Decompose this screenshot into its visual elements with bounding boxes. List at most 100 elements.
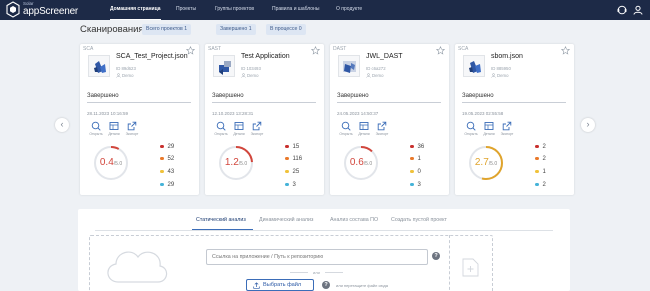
top-bar: Solar appScreener Домашняя страница Прое… [0, 0, 650, 20]
or-divider-left [290, 272, 308, 273]
open-action[interactable]: Открыть [214, 121, 228, 136]
severity-low-count: 29 [160, 182, 174, 188]
severity-low-count: 3 [285, 182, 296, 188]
risk-score: 1.2/5.0 [224, 157, 248, 168]
risk-score: 0.6/5.0 [349, 157, 373, 168]
tab-composition-analysis[interactable]: Анализ состава ПО [330, 217, 378, 223]
open-action[interactable]: Открыть [464, 121, 478, 136]
repository-url-input[interactable] [206, 249, 428, 265]
scan-status: Завершено [462, 93, 494, 99]
details-icon [109, 122, 119, 130]
carousel-prev-arrow[interactable]: ‹ [55, 118, 69, 132]
or-label: или [313, 270, 320, 275]
tab-create-empty-project[interactable]: Создать пустой проект [391, 217, 447, 223]
team-name: Demo [497, 73, 509, 78]
severity-critical-count: 36 [410, 144, 424, 150]
scan-card[interactable]: DAST JWL_DAST ID c6a272 Demo Завершено 2… [330, 44, 449, 195]
favorite-star-icon[interactable] [436, 46, 445, 55]
chip-total-projects[interactable]: Всего проектов 1 [142, 24, 192, 35]
export-action[interactable]: Экспорт [500, 121, 514, 136]
severity-medium-count: 25 [285, 169, 299, 175]
nav-project-groups[interactable]: Группы проектов [215, 0, 254, 20]
details-action[interactable]: Детали [357, 121, 371, 136]
severity-high-count: 1 [410, 156, 421, 162]
team-icon [491, 73, 496, 78]
or-divider-right [325, 272, 343, 273]
open-action[interactable]: Открыть [89, 121, 103, 136]
scan-date: 24.05.2023 14:50:37 [337, 111, 379, 116]
severity-high-count: 52 [160, 156, 174, 162]
open-action[interactable]: Открыть [339, 121, 353, 136]
project-id: ID 89d623 [116, 66, 136, 71]
status-progress-line [212, 102, 316, 103]
team-name: Demo [247, 73, 259, 78]
team-icon [116, 73, 121, 78]
export-icon [252, 121, 262, 131]
status-progress-line [87, 102, 191, 103]
team-name: Demo [122, 73, 134, 78]
severity-high-count: 116 [285, 156, 302, 162]
solar-logo-icon[interactable] [6, 1, 20, 18]
export-action[interactable]: Экспорт [250, 121, 264, 136]
scan-date: 12.10.2023 13:28:31 [212, 111, 254, 116]
export-action[interactable]: Экспорт [375, 121, 389, 136]
open-scan-icon [466, 121, 476, 131]
severity-critical-count: 15 [285, 144, 299, 150]
status-progress-line [337, 102, 441, 103]
status-progress-line [462, 102, 566, 103]
nav-about[interactable]: О продукте [336, 0, 362, 20]
scan-date: 19.05.2023 02:55:58 [462, 111, 504, 116]
carousel-next-arrow[interactable]: › [581, 118, 595, 132]
project-name[interactable]: Test Application [241, 53, 290, 60]
scan-card[interactable]: SCA SCA_Test_Project.json ID 89d623 Demo… [80, 44, 199, 195]
scan-card[interactable]: SAST Test Application ID 103493 Demo Зав… [205, 44, 324, 195]
favorite-star-icon[interactable] [561, 46, 570, 55]
support-icon[interactable] [617, 5, 627, 15]
severity-medium-count: 43 [160, 169, 174, 175]
project-thumbnail [88, 55, 110, 77]
project-name[interactable]: JWL_DAST [366, 53, 403, 60]
scan-type: SAST [208, 46, 222, 52]
details-action[interactable]: Детали [107, 121, 121, 136]
details-action[interactable]: Детали [232, 121, 246, 136]
open-scan-icon [91, 121, 101, 131]
tab-static-analysis[interactable]: Статический анализ [196, 217, 246, 223]
details-icon [484, 122, 494, 130]
export-action[interactable]: Экспорт [125, 121, 139, 136]
chip-in-progress[interactable]: В процессе 0 [266, 24, 306, 35]
favorite-star-icon[interactable] [311, 46, 320, 55]
upload-icon [253, 282, 260, 289]
severity-high-count: 2 [535, 156, 546, 162]
details-action[interactable]: Детали [482, 121, 496, 136]
nav-rules-templates[interactable]: Правила и шаблоны [272, 0, 319, 20]
add-app-icon[interactable] [462, 258, 479, 277]
scan-card[interactable]: SCA sbom.json ID 885950 Demo Завершено 1… [455, 44, 574, 195]
scan-status: Завершено [87, 93, 119, 99]
user-icon[interactable] [633, 5, 643, 15]
details-icon [234, 122, 244, 130]
help-icon[interactable]: ? [432, 252, 440, 260]
severity-critical-count: 2 [535, 144, 546, 150]
export-icon [502, 121, 512, 131]
severity-medium-count: 1 [535, 169, 546, 175]
help-icon[interactable]: ? [322, 281, 330, 289]
scan-type: SCA [458, 46, 469, 52]
project-id: ID 103493 [241, 66, 261, 71]
chip-completed[interactable]: Завершено 1 [216, 24, 256, 35]
nav-projects[interactable]: Проекты [176, 0, 196, 20]
team-icon [241, 73, 246, 78]
project-name[interactable]: SCA_Test_Project.json [116, 53, 188, 60]
tab-divider [95, 229, 553, 231]
choose-file-button[interactable]: Выбрать файл [246, 279, 314, 291]
risk-score: 2.7/5.0 [474, 157, 498, 168]
export-icon [127, 121, 137, 131]
cloud-upload-icon [107, 251, 168, 283]
team-icon [366, 73, 371, 78]
tab-dynamic-analysis[interactable]: Динамический анализ [259, 217, 313, 223]
nav-home[interactable]: Домашняя страница [110, 0, 161, 20]
scan-type: DAST [333, 46, 347, 52]
project-id: ID 885950 [491, 66, 511, 71]
export-icon [377, 121, 387, 131]
scan-status: Завершено [337, 93, 369, 99]
project-name[interactable]: sbom.json [491, 53, 523, 60]
